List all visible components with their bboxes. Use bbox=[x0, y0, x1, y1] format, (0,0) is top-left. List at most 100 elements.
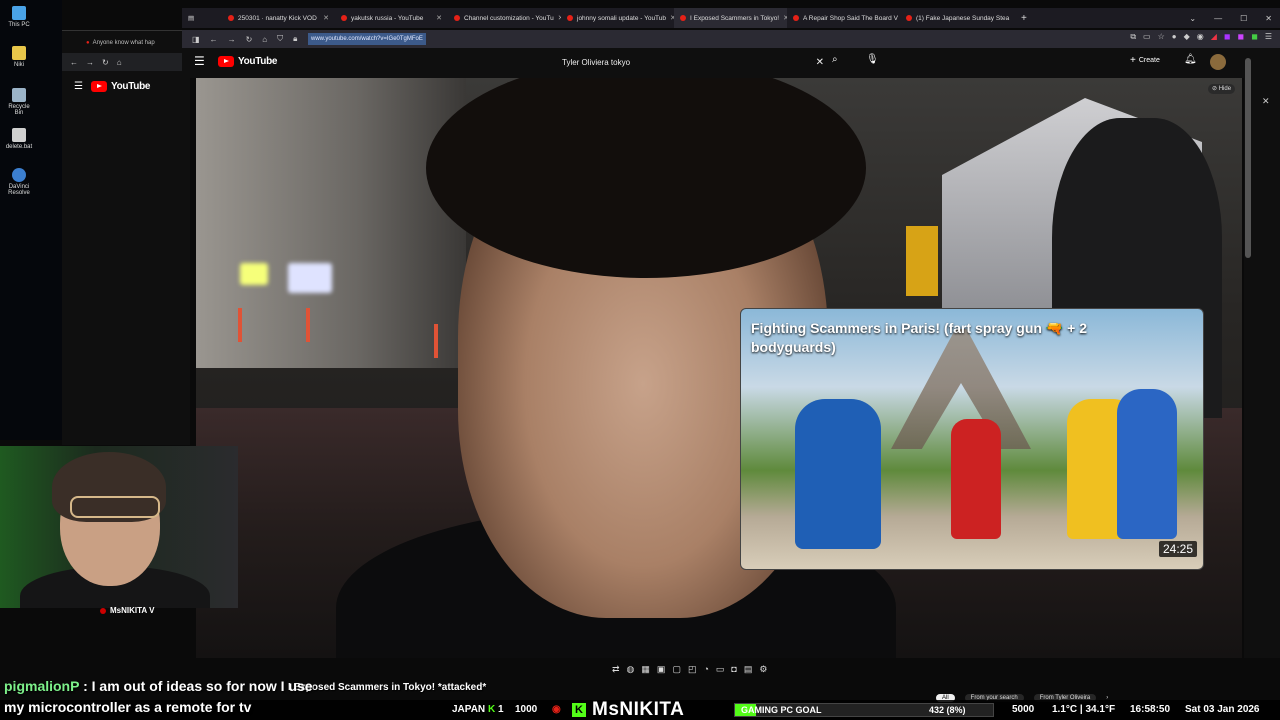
bookmark-icon[interactable]: ☆ bbox=[1158, 32, 1165, 42]
end-card-person bbox=[1117, 389, 1177, 539]
chat-username: pigmalionP bbox=[4, 678, 80, 694]
clear-search-icon[interactable]: ✕ bbox=[816, 54, 824, 72]
tab-6[interactable]: (1) Fake Japanese Sunday Stea✕ bbox=[900, 8, 1013, 28]
close-tab-icon[interactable]: ✕ bbox=[323, 14, 329, 22]
favicon-icon bbox=[341, 15, 347, 21]
settings-icon[interactable]: ⚙ bbox=[759, 664, 767, 675]
desktop-icon-niki[interactable]: Niki bbox=[4, 46, 34, 68]
background-browser-window[interactable]: ● Anyone know what hap ← → ↻ ⌂ ☰ YouTube bbox=[62, 30, 190, 445]
sidebar-toggle-icon[interactable]: ◨ bbox=[192, 35, 200, 44]
tab-5[interactable]: A Repair Shop Said The Board V✕ bbox=[787, 8, 900, 28]
home-icon[interactable]: ⌂ bbox=[262, 35, 267, 44]
shield-icon[interactable]: ⛉ bbox=[277, 34, 283, 44]
extension-icon[interactable]: ◼ bbox=[1251, 32, 1258, 42]
youtube-logo[interactable]: YouTube bbox=[90, 81, 151, 92]
extension-icon[interactable]: ◢ bbox=[1211, 32, 1217, 42]
tab-1[interactable]: yakutsk russia - YouTube ✕ bbox=[335, 8, 448, 28]
screenshot-icon[interactable]: ◘ bbox=[731, 664, 736, 674]
chevron-down-icon[interactable]: ⌄ bbox=[1189, 14, 1196, 23]
chat-text-line-2: my microcontroller as a remote for tv bbox=[4, 699, 252, 715]
temperature: 1.1°C | 34.1°F bbox=[1052, 704, 1116, 715]
loop-icon[interactable]: ⇄ bbox=[612, 664, 620, 675]
extension-icon[interactable]: ◼ bbox=[1224, 32, 1231, 42]
extension-icon[interactable]: ◼ bbox=[1238, 32, 1245, 42]
right-panel: ✕ bbox=[1244, 48, 1280, 658]
desktop-icon-davinci[interactable]: DaVinci Resolve bbox=[4, 168, 34, 196]
end-screen-video-card[interactable]: Fighting Scammers in Paris! (fart spray … bbox=[740, 308, 1204, 570]
close-icon[interactable]: ✕ bbox=[1262, 96, 1270, 107]
tab-title: I Exposed Scammers in Tokyo! bbox=[690, 14, 780, 22]
desktop-icon-label: delete.bat bbox=[5, 144, 33, 150]
screen: This PC Niki Recycle Bin delete.bat DaVi… bbox=[0, 0, 1280, 720]
close-window-icon[interactable]: ✕ bbox=[1265, 14, 1272, 23]
live-dot-icon bbox=[100, 607, 106, 614]
desktop-icon-delete-bat[interactable]: delete.bat bbox=[4, 128, 34, 150]
reload-icon[interactable]: ↻ bbox=[102, 58, 109, 67]
desktop-icon-recycle-bin[interactable]: Recycle Bin bbox=[4, 88, 34, 116]
background-tab[interactable]: ● Anyone know what hap bbox=[86, 35, 186, 51]
forward-icon[interactable]: → bbox=[228, 35, 236, 44]
back-icon[interactable]: ← bbox=[210, 35, 218, 44]
clip-icon[interactable]: ▣ bbox=[657, 664, 666, 675]
tab-title: yakutsk russia - YouTube bbox=[351, 14, 424, 22]
webcam-person-glasses bbox=[70, 496, 160, 518]
record-icon: ◉ bbox=[552, 704, 561, 715]
filter-icon[interactable]: ▦ bbox=[641, 664, 650, 675]
forward-icon[interactable]: → bbox=[86, 58, 94, 67]
favicon-icon bbox=[793, 15, 799, 21]
address-bar[interactable]: www.youtube.com/watch?v=IGe0TgMFoE bbox=[308, 33, 426, 45]
tab-2[interactable]: Channel customization - YouTu ✕ bbox=[448, 8, 561, 28]
youtube-logo-text: YouTube bbox=[110, 81, 151, 92]
create-button[interactable]: + Create bbox=[1130, 55, 1160, 66]
tab-overview-button[interactable]: ▤ bbox=[182, 8, 222, 28]
search-input[interactable]: Tyler Oliviera tokyo ✕ bbox=[554, 54, 824, 72]
kick-logo-icon: K bbox=[572, 703, 586, 717]
close-tab-icon[interactable]: ✕ bbox=[436, 14, 442, 22]
home-icon[interactable]: ⌂ bbox=[117, 58, 122, 67]
desktop-icon-this-pc[interactable]: This PC bbox=[4, 6, 34, 28]
new-tab-icon[interactable]: + bbox=[1013, 13, 1035, 24]
youtube-logo[interactable]: YouTube bbox=[218, 56, 278, 67]
hide-end-cards-button[interactable]: ⊘ Hide bbox=[1208, 84, 1236, 94]
minimize-icon[interactable]: — bbox=[1214, 14, 1222, 23]
translate-icon[interactable]: ⧉ bbox=[1130, 32, 1136, 42]
menu-icon[interactable]: ☰ bbox=[194, 54, 205, 68]
reload-icon[interactable]: ↻ bbox=[246, 35, 253, 44]
speed-icon[interactable]: ◔ bbox=[703, 664, 708, 674]
extension-icon[interactable]: ● bbox=[1172, 32, 1177, 42]
scrollbar[interactable] bbox=[1245, 58, 1251, 258]
tab-0[interactable]: 250301 · nanatty Kick VOD ✕ bbox=[222, 8, 335, 28]
menu-icon[interactable]: ☰ bbox=[1265, 32, 1272, 42]
maximize-icon[interactable]: ☐ bbox=[1240, 14, 1247, 23]
video-cone bbox=[306, 308, 310, 342]
youtube-header: ☰ YouTube Tyler Oliviera tokyo ✕ ⌕ 🎙︎ + Cr… bbox=[182, 48, 1244, 78]
create-label: Create bbox=[1138, 57, 1160, 64]
pip-icon[interactable]: ▭ bbox=[716, 664, 725, 675]
batch-file-icon bbox=[12, 128, 26, 142]
background-youtube-header: ☰ YouTube bbox=[74, 81, 150, 92]
avatar[interactable] bbox=[1210, 54, 1226, 70]
back-icon[interactable]: ← bbox=[70, 58, 78, 67]
tab-4-active[interactable]: I Exposed Scammers in Tokyo! ✕ bbox=[674, 8, 787, 28]
video-cone bbox=[238, 308, 242, 342]
audio-icon[interactable]: ◍ bbox=[627, 664, 635, 675]
favicon-icon bbox=[228, 15, 234, 21]
captions-icon[interactable]: ▤ bbox=[744, 664, 753, 675]
search-icon[interactable]: ⌕ bbox=[832, 54, 838, 65]
frame-icon[interactable]: ▢ bbox=[672, 664, 681, 675]
miniplayer-icon[interactable]: ◰ bbox=[688, 664, 697, 675]
chat-text-line-1: : I am out of ideas so for now I use bbox=[79, 678, 313, 694]
extension-icon[interactable]: ◉ bbox=[1197, 32, 1204, 42]
toolbar-extensions: ⧉ ▭ ☆ ● ◆ ◉ ◢ ◼ ◼ ◼ ☰ bbox=[1130, 32, 1272, 42]
end-card-title: Fighting Scammers in Paris! (fart spray … bbox=[751, 320, 1088, 355]
bell-icon[interactable]: 🔔︎ bbox=[1184, 54, 1197, 65]
desktop-icon-label: This PC bbox=[8, 22, 30, 28]
microphone-icon[interactable]: 🎙︎ bbox=[866, 54, 879, 65]
lock-icon[interactable]: 🔒︎ bbox=[293, 34, 297, 44]
menu-icon[interactable]: ☰ bbox=[74, 81, 83, 92]
reader-icon[interactable]: ▭ bbox=[1143, 32, 1151, 42]
tab-3[interactable]: johnny somali update - YouTub ✕ bbox=[561, 8, 674, 28]
webcam-overlay bbox=[0, 446, 238, 608]
extension-icon[interactable]: ◆ bbox=[1184, 32, 1190, 42]
ticker-location: JAPAN bbox=[452, 704, 486, 715]
